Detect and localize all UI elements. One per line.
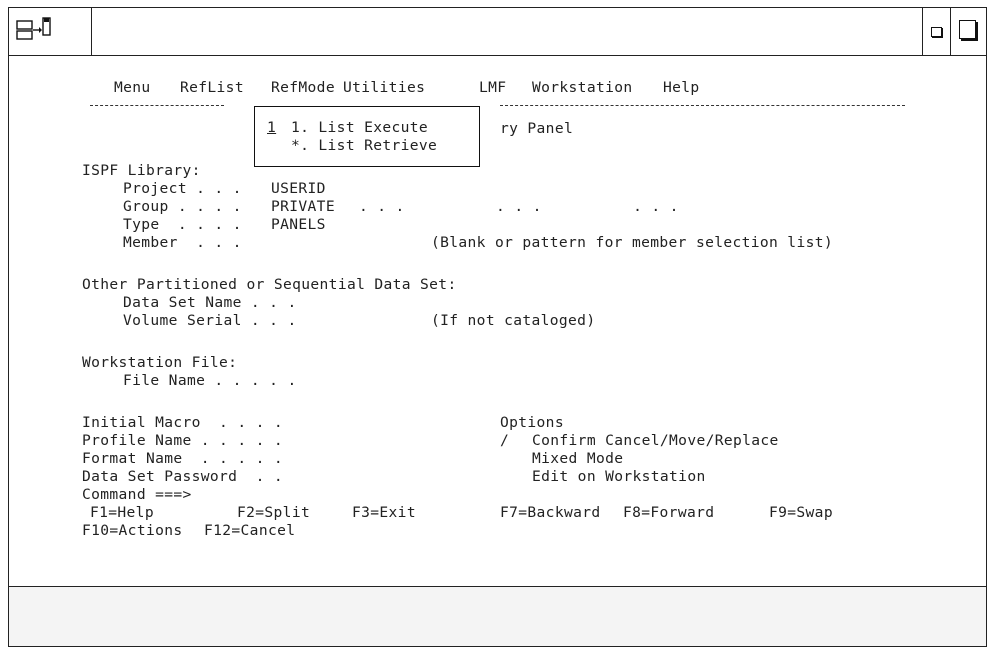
maximize-icon xyxy=(959,20,976,39)
menu-item-menu[interactable]: Menu xyxy=(114,79,151,97)
project-field[interactable]: USERID xyxy=(271,180,326,198)
project-label: Project . . . xyxy=(123,180,242,197)
menu-item-reflist[interactable]: RefList xyxy=(180,79,244,97)
menu-item-lmf[interactable]: LMF xyxy=(479,79,506,97)
maximize-button[interactable] xyxy=(950,8,986,55)
option-confirm-checkbox[interactable]: / xyxy=(500,432,509,450)
fkey-f8-forward[interactable]: F8=Forward xyxy=(623,504,714,522)
terminal-window: Menu RefList RefMode Utilities LMF Works… xyxy=(8,7,987,647)
menu-separator-left xyxy=(90,105,224,106)
fkey-f7-backward[interactable]: F7=Backward xyxy=(500,504,601,522)
fkey-f3-exit[interactable]: F3=Exit xyxy=(352,504,416,522)
type-label: Type . . . . xyxy=(123,216,242,233)
volume-serial-label: Volume Serial . . . xyxy=(123,312,297,329)
menu-item-refmode[interactable]: RefMode xyxy=(271,79,335,97)
option-edit-workstation-label: Edit on Workstation xyxy=(532,468,706,485)
menu-separator-right xyxy=(500,105,905,106)
workstation-file-heading: Workstation File: xyxy=(82,354,238,371)
window-switch-icon xyxy=(16,17,51,40)
pulldown-item-list-retrieve[interactable]: *. List Retrieve xyxy=(291,137,437,155)
refmode-pulldown-menu: 1 1. List Execute *. List Retrieve xyxy=(254,106,480,167)
panel-title-fragment: ry Panel xyxy=(500,120,574,137)
other-dataset-heading: Other Partitioned or Sequential Data Set… xyxy=(82,276,457,293)
volume-serial-hint: (If not cataloged) xyxy=(431,312,596,329)
pulldown-item-list-execute[interactable]: 1. List Execute xyxy=(291,119,428,137)
status-bar xyxy=(9,586,986,646)
file-name-label: File Name . . . . . xyxy=(123,372,297,389)
menu-item-help[interactable]: Help xyxy=(663,79,700,97)
option-mixed-mode-label: Mixed Mode xyxy=(532,450,624,467)
ispf-library-heading: ISPF Library: xyxy=(82,162,201,179)
minimize-icon xyxy=(931,27,942,37)
menu-item-utilities[interactable]: Utilities xyxy=(343,79,425,97)
dataset-name-label: Data Set Name . . . xyxy=(123,294,297,311)
menu-item-workstation[interactable]: Workstation xyxy=(532,79,633,97)
group-extra-fields[interactable]: . . . . . . . . . xyxy=(359,198,679,216)
dataset-password-label: Data Set Password . . xyxy=(82,468,283,485)
minimize-button[interactable] xyxy=(922,8,950,55)
fkey-f1-help[interactable]: F1=Help xyxy=(90,504,154,522)
group-label: Group . . . . xyxy=(123,198,242,215)
fkey-f9-swap[interactable]: F9=Swap xyxy=(769,504,833,522)
member-label: Member . . . xyxy=(123,234,242,251)
profile-name-label: Profile Name . . . . . xyxy=(82,432,283,449)
member-hint: (Blank or pattern for member selection l… xyxy=(431,234,833,251)
options-heading: Options xyxy=(500,414,564,431)
initial-macro-label: Initial Macro . . . . xyxy=(82,414,283,431)
command-prompt[interactable]: Command ===> xyxy=(82,486,192,504)
fkey-f2-split[interactable]: F2=Split xyxy=(237,504,310,522)
option-confirm-label: Confirm Cancel/Move/Replace xyxy=(532,432,779,449)
pulldown-selection-field[interactable]: 1 xyxy=(267,119,276,137)
system-menu-button[interactable] xyxy=(9,8,92,55)
fkey-f10-actions[interactable]: F10=Actions xyxy=(82,522,183,540)
group-field[interactable]: PRIVATE xyxy=(271,198,335,216)
format-name-label: Format Name . . . . . xyxy=(82,450,283,467)
title-bar xyxy=(9,8,986,56)
fkey-f12-cancel[interactable]: F12=Cancel xyxy=(204,522,295,540)
type-field[interactable]: PANELS xyxy=(271,216,326,234)
